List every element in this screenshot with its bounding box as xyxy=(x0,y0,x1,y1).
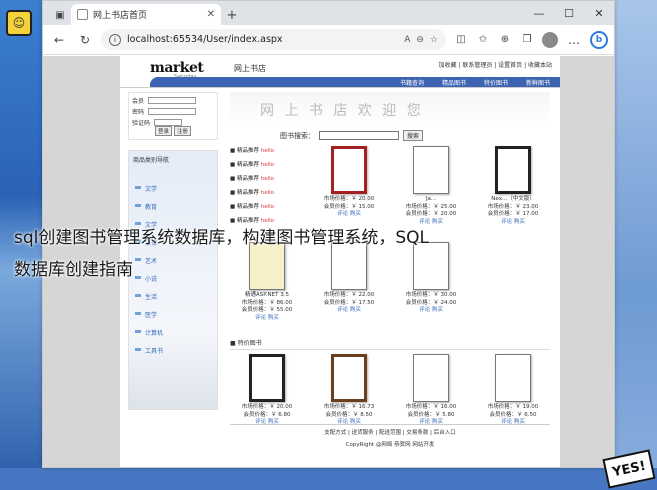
book-cover[interactable] xyxy=(413,354,449,402)
search-input[interactable] xyxy=(319,131,399,140)
category-item[interactable]: 教育 xyxy=(133,202,213,211)
tab-actions-icon[interactable]: ▣ xyxy=(49,5,71,25)
recommend-item[interactable]: ■ 精品推荐 hello xyxy=(230,202,304,210)
category-item[interactable]: 文学 xyxy=(133,184,213,193)
profile-avatar[interactable] xyxy=(542,31,558,48)
favorite-icon[interactable]: ☆ xyxy=(430,35,438,45)
welcome-banner: 网 上 书 店 欢 迎 您 xyxy=(230,92,550,126)
tab-title: 网上书店首页 xyxy=(93,11,148,21)
site-info-icon[interactable]: i xyxy=(109,33,121,46)
site-header: market 网上书店 Saturday 加收藏 | 联系管理员 | 设置首页 … xyxy=(120,56,560,88)
recommend-item[interactable]: ■ 精品推荐 hello xyxy=(230,160,304,168)
refresh-icon[interactable]: ↻ xyxy=(75,30,95,50)
book-cover[interactable] xyxy=(495,146,531,194)
recommend-item[interactable]: ■ 精品推荐 hello xyxy=(230,146,304,154)
login-box: 会员 密码 验证码 登录 注册 xyxy=(128,92,218,140)
minimize-icon[interactable]: — xyxy=(524,1,554,25)
zoom-icon[interactable]: ⊖ xyxy=(416,35,424,45)
captcha-label: 验证码 xyxy=(132,120,151,127)
password-input[interactable] xyxy=(148,108,197,115)
nav-item-featured[interactable]: 精品图书 xyxy=(442,78,466,87)
more-icon[interactable]: … xyxy=(564,30,584,50)
close-tab-icon[interactable]: ✕ xyxy=(207,9,215,20)
copilot-icon[interactable]: b xyxy=(590,30,608,49)
nav-item-new[interactable]: 新鲜图书 xyxy=(526,78,550,87)
footer-links[interactable]: 支配方式 | 送货服务 | 配送范围 | 交易条款 | 后台入口 xyxy=(230,424,550,436)
tab-home[interactable]: 网上书店首页 ✕ xyxy=(71,4,221,25)
nav-band: 书籍查询 精品图书 特价图书 新鲜图书 xyxy=(150,77,560,87)
desktop-right-strip xyxy=(615,0,657,490)
product-card[interactable]: Nex...（中文版） 市场价格：￥ 23.00 会员价格：￥ 17.00 评论 购买 xyxy=(476,146,550,236)
footer-copyright: CopyRight @网络 恭贺网 网站开发 xyxy=(345,442,435,448)
special-section-title: ■ 特价图书 xyxy=(230,336,550,350)
book-cover[interactable] xyxy=(331,146,367,194)
book-search: 图书搜索： 搜索 xyxy=(280,130,424,141)
category-title: 商品类别导航 xyxy=(133,157,170,164)
recommend-item[interactable]: ■ 精品推荐 hello xyxy=(230,188,304,196)
collections-icon[interactable]: ❐ xyxy=(518,31,536,49)
user-label: 会员 xyxy=(132,98,145,105)
taskbar xyxy=(0,468,657,490)
nav-item-query[interactable]: 书籍查询 xyxy=(400,78,424,87)
article-caption: sql创建图书管理系统数据库，构建图书管理系统，SQL 数据库创建指南 xyxy=(14,222,429,286)
search-label: 图书搜索： xyxy=(280,131,315,140)
category-item[interactable]: 医学 xyxy=(133,310,213,319)
close-window-icon[interactable]: ✕ xyxy=(584,1,614,25)
tab-bar: ▣ 网上书店首页 ✕ + — ☐ ✕ xyxy=(43,1,614,25)
split-screen-icon[interactable]: ◫ xyxy=(452,31,470,49)
toolbar-icons: ◫ ✩ ⊕ ❐ xyxy=(452,31,536,49)
emoji-sticker-icon: ☺ xyxy=(6,10,32,36)
caption-line-1: sql创建图书管理系统数据库，构建图书管理系统，SQL xyxy=(14,228,430,248)
product-area: ■ 精品推荐 hello ■ 精品推荐 hello ■ 精品推荐 hello ■… xyxy=(230,146,550,444)
page-favicon-icon xyxy=(77,9,88,20)
site-logo-cn: 网上书店 xyxy=(234,64,266,73)
new-tab-icon[interactable]: + xyxy=(221,5,243,25)
url-text: localhost:65534/User/index.aspx xyxy=(127,34,283,45)
maximize-icon[interactable]: ☐ xyxy=(554,1,584,25)
extensions-icon[interactable]: ⊕ xyxy=(496,31,514,49)
password-label: 密码 xyxy=(132,109,145,116)
category-item[interactable]: 生活 xyxy=(133,292,213,301)
window-controls: — ☐ ✕ xyxy=(524,1,614,25)
site-footer: 支配方式 | 送货服务 | 配送范围 | 交易条款 | 后台入口 CopyRig… xyxy=(230,424,550,448)
register-button[interactable]: 注册 xyxy=(174,126,192,136)
caption-line-2: 数据库创建指南 xyxy=(14,260,133,280)
book-cover[interactable] xyxy=(249,354,285,402)
search-button[interactable]: 搜索 xyxy=(403,130,424,141)
top-links[interactable]: 加收藏 | 联系管理员 | 设置首页 | 收藏本站 xyxy=(438,60,552,69)
recommend-item[interactable]: ■ 精品推荐 hello xyxy=(230,174,304,182)
login-button[interactable]: 登录 xyxy=(155,126,173,136)
nav-item-special[interactable]: 特价图书 xyxy=(484,78,508,87)
category-item[interactable]: 工具书 xyxy=(133,346,213,355)
main-nav: 书籍查询 精品图书 特价图书 新鲜图书 xyxy=(400,78,550,87)
user-input[interactable] xyxy=(148,97,197,104)
captcha-input[interactable] xyxy=(154,119,183,126)
favorites-icon[interactable]: ✩ xyxy=(474,31,492,49)
book-cover[interactable] xyxy=(413,146,449,194)
back-icon[interactable]: ← xyxy=(49,30,69,50)
read-aloud-icon[interactable]: A xyxy=(404,35,410,45)
book-cover[interactable] xyxy=(495,354,531,402)
category-item[interactable]: 计算机 xyxy=(133,328,213,337)
address-toolbar: ← ↻ i localhost:65534/User/index.aspx A … xyxy=(43,25,614,55)
book-cover[interactable] xyxy=(331,354,367,402)
address-bar[interactable]: i localhost:65534/User/index.aspx A ⊖ ☆ xyxy=(101,29,446,50)
